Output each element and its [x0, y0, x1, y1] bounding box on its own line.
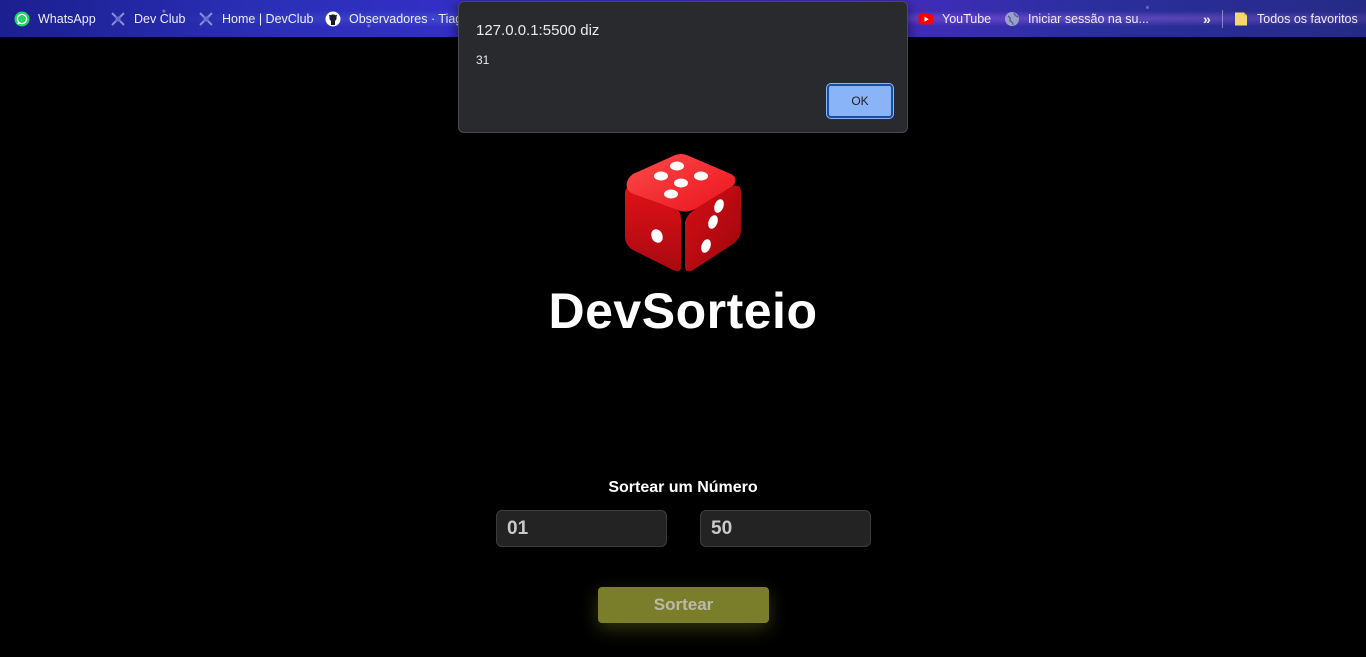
bookmark-label: Todos os favoritos	[1257, 12, 1358, 26]
bookmark-label: Dev Club	[134, 12, 186, 26]
bookmark-iniciar-sessao[interactable]: Iniciar sessão na su...	[1004, 9, 1149, 29]
sort-label: Sortear um Número	[608, 479, 758, 496]
devclub-icon	[198, 11, 214, 27]
github-icon	[325, 11, 341, 27]
bookmark-youtube[interactable]: YouTube	[918, 9, 991, 29]
bookmark-all-favorites[interactable]: Todos os favoritos	[1233, 9, 1358, 29]
dialog-message: 31	[476, 53, 490, 67]
bookmark-observadores[interactable]: Observadores · Tiag...	[325, 9, 473, 29]
youtube-icon	[918, 11, 934, 27]
bookmark-dev-club[interactable]: Dev Club	[110, 9, 185, 29]
bookmarks-divider	[1222, 10, 1223, 28]
bookmark-label: Observadores · Tiag...	[349, 12, 473, 26]
bookmark-home-devclub[interactable]: Home | DevClub	[198, 9, 313, 29]
whatsapp-icon	[14, 11, 30, 27]
globe-icon	[1004, 11, 1020, 27]
devclub-icon	[110, 11, 126, 27]
min-number-input[interactable]	[496, 510, 667, 547]
alert-dialog: 127.0.0.1:5500 diz 31 OK	[458, 1, 908, 133]
bookmark-label: Home | DevClub	[222, 12, 314, 26]
sortear-button[interactable]: Sortear	[598, 587, 769, 623]
chevron-double-right-icon: »	[1203, 11, 1211, 27]
page-title: DevSorteio	[548, 283, 818, 339]
dice-icon	[625, 154, 741, 272]
ok-button[interactable]: OK	[827, 84, 893, 118]
bookmark-whatsapp[interactable]: WhatsApp	[14, 9, 96, 29]
folder-icon	[1233, 11, 1249, 27]
bookmark-label: WhatsApp	[38, 12, 96, 26]
bookmarks-overflow-button[interactable]: »	[1203, 9, 1211, 29]
bookmark-label: YouTube	[942, 12, 992, 26]
bookmark-label: Iniciar sessão na su...	[1028, 12, 1149, 26]
max-number-input[interactable]	[700, 510, 871, 547]
dialog-origin: 127.0.0.1:5500 diz	[476, 22, 600, 39]
